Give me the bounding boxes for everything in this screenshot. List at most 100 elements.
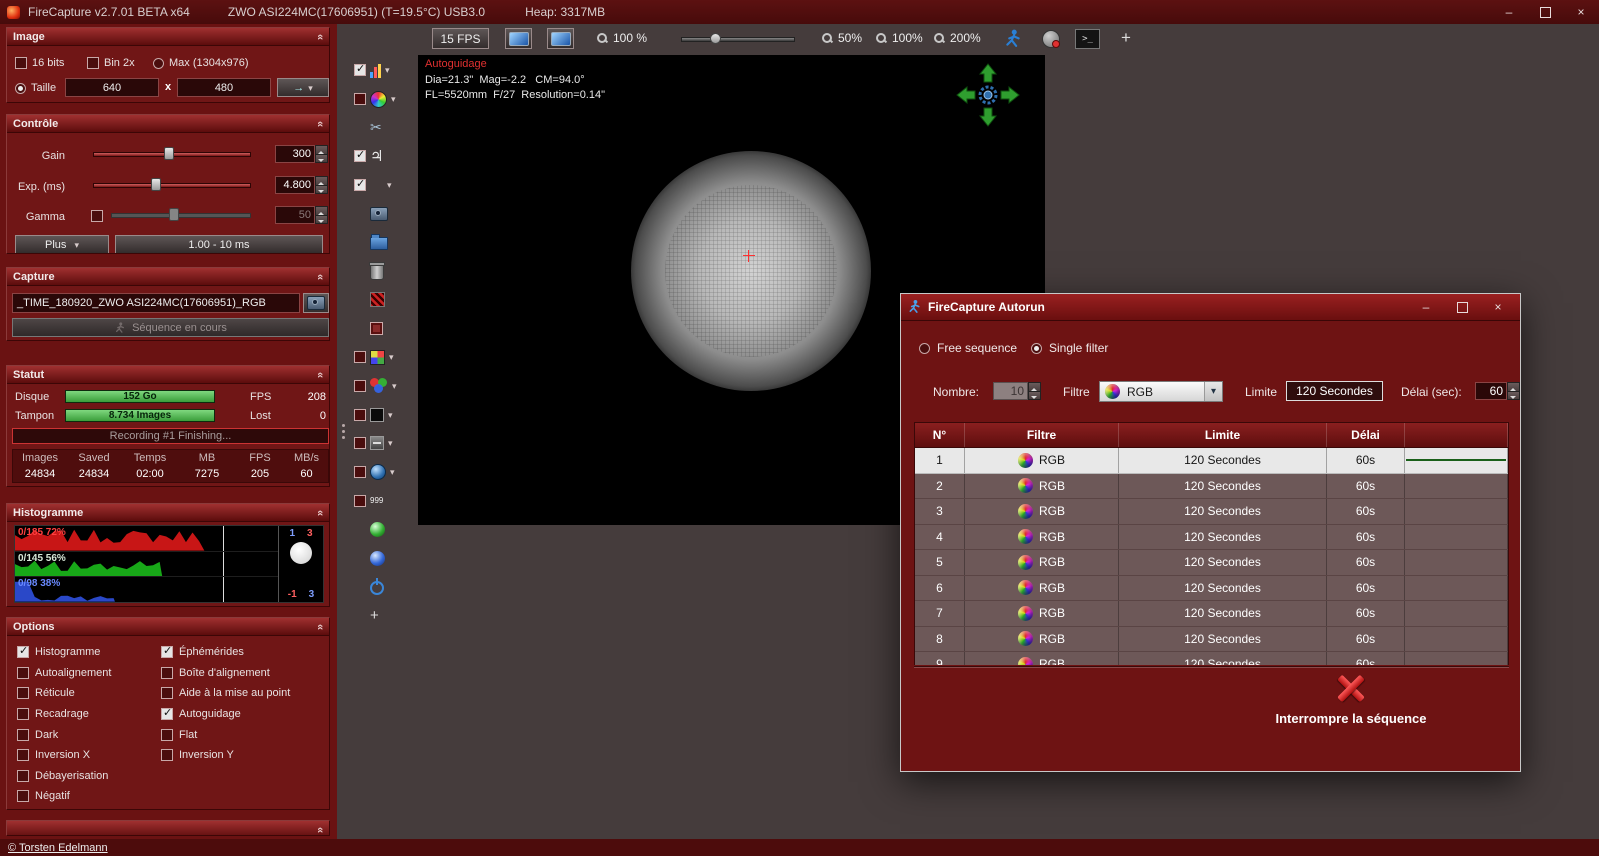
checkbox-ph-m-rides[interactable]	[161, 646, 173, 658]
chevron-down-icon[interactable]	[388, 409, 393, 421]
jupiter-icon[interactable]: ♃	[370, 149, 383, 164]
single-filter-option[interactable]: Single filter	[1031, 341, 1108, 355]
power-icon[interactable]	[370, 578, 384, 595]
taille-radio[interactable]	[15, 83, 26, 94]
zoom-200-button[interactable]: 200%	[934, 31, 981, 45]
mosaic-checkbox[interactable]	[354, 351, 366, 363]
copyright-link[interactable]: © Torsten Edelmann	[8, 842, 108, 854]
collapse-icon[interactable]: «	[314, 273, 326, 279]
mosaic-icon[interactable]	[370, 350, 385, 365]
max-size-option[interactable]: Max (1304x976)	[153, 56, 249, 70]
dialog-close-button[interactable]: ×	[1482, 297, 1514, 317]
chip-icon[interactable]	[370, 322, 383, 335]
camera-settings-button[interactable]	[1038, 28, 1064, 50]
capture-panel-header[interactable]: Capture «	[7, 268, 329, 286]
autorun-row-9[interactable]: 9RGB120 Secondes60s	[915, 652, 1508, 665]
gain-slider[interactable]	[93, 147, 251, 160]
dark-frame-checkbox[interactable]	[354, 409, 366, 421]
bayer-tool[interactable]	[352, 171, 418, 200]
checkbox-inversion-x[interactable]	[17, 749, 29, 761]
close-button[interactable]: ×	[1563, 0, 1599, 24]
second-monitor-button[interactable]	[547, 28, 574, 49]
bin2x-checkbox[interactable]	[87, 57, 99, 69]
histogram-tool[interactable]	[352, 56, 418, 85]
width-field[interactable]: 640	[65, 78, 159, 97]
gain-value[interactable]: 300	[275, 145, 315, 163]
checkbox-n-gatif[interactable]	[17, 790, 29, 802]
nombre-spinner[interactable]	[1028, 382, 1041, 400]
guide-arrows[interactable]	[953, 60, 1023, 130]
color-wheel-tool[interactable]	[352, 85, 418, 114]
option-bo-te-d-alignement[interactable]: Boîte d'alignement	[161, 663, 290, 684]
add-toolbar-button[interactable]: +	[1116, 27, 1136, 49]
checkbox-aide-la-mise-au-point[interactable]	[161, 687, 173, 699]
fullscreen-monitor-button[interactable]	[505, 28, 532, 49]
bin2x-option[interactable]: Bin 2x	[87, 56, 135, 70]
options-panel-header[interactable]: Options «	[7, 618, 329, 636]
zoom-slider[interactable]	[681, 32, 795, 45]
exp-slider[interactable]	[93, 178, 251, 191]
blue-ball-tool[interactable]	[352, 544, 418, 573]
collapse-icon[interactable]: «	[314, 120, 326, 126]
checkbox-bo-te-d-alignement[interactable]	[161, 667, 173, 679]
chevron-down-icon[interactable]	[391, 93, 396, 105]
autorun-row-3[interactable]: 3RGB120 Secondes60s	[915, 499, 1508, 525]
option-autoguidage[interactable]: Autoguidage	[161, 704, 290, 725]
color-wheel-icon[interactable]	[370, 91, 387, 108]
option-d-bayerisation[interactable]: Débayerisation	[17, 766, 111, 787]
checkbox-inversion-y[interactable]	[161, 749, 173, 761]
filename-field[interactable]: _TIME_180920_ZWO ASI224MC(17606951)_RGB	[12, 293, 300, 313]
jupiter-checkbox[interactable]	[354, 150, 366, 162]
single-filter-radio[interactable]	[1031, 343, 1042, 354]
green-ball-tool[interactable]	[352, 515, 418, 544]
red-grid-icon[interactable]	[370, 292, 385, 307]
counter-tool[interactable]: 999	[352, 486, 418, 515]
fps-button[interactable]: 15 FPS	[432, 28, 489, 49]
add-icon[interactable]: +	[370, 607, 379, 624]
checkbox-d-bayerisation[interactable]	[17, 770, 29, 782]
bits16-checkbox[interactable]	[15, 57, 27, 69]
controle-panel-header[interactable]: Contrôle «	[7, 115, 329, 133]
slider-thumb[interactable]	[164, 147, 174, 160]
autorun-button[interactable]	[998, 26, 1028, 51]
color-wheel-checkbox[interactable]	[354, 93, 366, 105]
slider-thumb[interactable]	[151, 178, 161, 191]
option-n-gatif[interactable]: Négatif	[17, 786, 111, 807]
dialog-minimize-button[interactable]: –	[1410, 297, 1442, 317]
bayer-icon[interactable]	[370, 179, 383, 192]
chevron-down-icon[interactable]	[389, 351, 394, 363]
image-panel-header[interactable]: Image «	[7, 28, 329, 46]
checkbox-r-ticule[interactable]	[17, 687, 29, 699]
trash-tool[interactable]	[352, 257, 418, 286]
gain-spinner[interactable]	[315, 145, 328, 163]
rgb-circles-icon[interactable]	[370, 378, 388, 393]
counter-checkbox[interactable]	[354, 495, 366, 507]
globe-checkbox[interactable]	[354, 466, 366, 478]
option-aide-la-mise-au-point[interactable]: Aide à la mise au point	[161, 683, 290, 704]
bayer-checkbox[interactable]	[354, 179, 366, 191]
delai-spinner[interactable]	[1507, 382, 1520, 400]
option-histogramme[interactable]: Histogramme	[17, 642, 111, 663]
autorun-row-8[interactable]: 8RGB120 Secondes60s	[915, 627, 1508, 653]
histogramme-panel-header[interactable]: Histogramme «	[7, 504, 329, 522]
checkbox-histogramme[interactable]	[17, 646, 29, 658]
console-button[interactable]	[1075, 29, 1100, 49]
exposure-range-button[interactable]: 1.00 - 10 ms	[115, 235, 323, 254]
autorun-row-7[interactable]: 7RGB120 Secondes60s	[915, 601, 1508, 627]
checkbox-flat[interactable]	[161, 729, 173, 741]
checkbox-recadrage[interactable]	[17, 708, 29, 720]
red-grid-tool[interactable]	[352, 286, 418, 315]
autorun-row-5[interactable]: 5RGB120 Secondes60s	[915, 550, 1508, 576]
filtre-dropdown[interactable]: RGB	[1099, 381, 1223, 402]
cut-icon[interactable]: ✂	[370, 121, 382, 135]
chevron-down-icon[interactable]	[392, 380, 397, 392]
plus-button[interactable]: Plus	[15, 235, 109, 254]
abort-area[interactable]: Interrompre la séquence	[1201, 674, 1501, 726]
nombre-field-group[interactable]: 10	[993, 382, 1041, 400]
chip-tool[interactable]	[352, 314, 418, 343]
trash-icon[interactable]	[370, 262, 384, 280]
blue-ball-icon[interactable]	[370, 551, 385, 566]
flat-frame-icon[interactable]	[370, 436, 384, 450]
exp-value[interactable]: 4.800	[275, 176, 315, 194]
collapse-icon[interactable]: «	[314, 623, 326, 629]
